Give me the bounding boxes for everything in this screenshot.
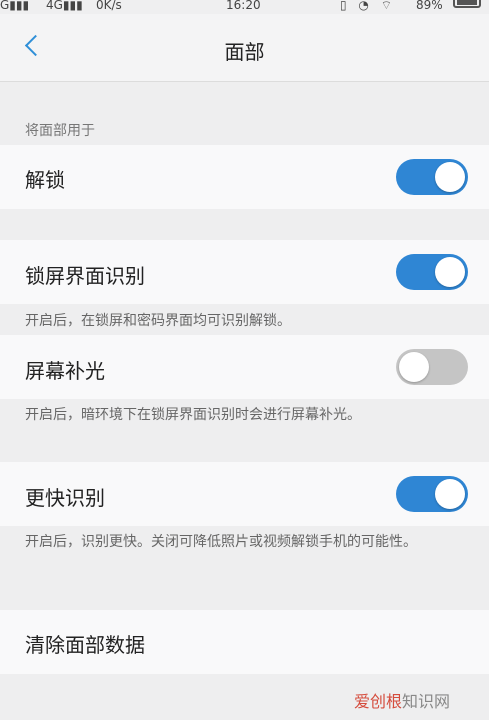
section-label: 将面部用于 — [25, 123, 95, 139]
setting-label: 解锁 — [25, 168, 65, 192]
setting-label: 更快识别 — [25, 486, 105, 510]
unlock-toggle[interactable] — [396, 159, 468, 195]
nav-bar: 面部 — [0, 14, 489, 82]
setting-label: 屏幕补光 — [25, 359, 105, 383]
setting-row-unlock[interactable]: 解锁 — [0, 145, 489, 209]
toggle-knob — [399, 352, 429, 382]
status-bar: G▮▮▮ 4G▮▮▮ 0K/s 16:20 ▯ ◔ ⌔ 89% — [0, 0, 489, 14]
setting-row-faster-recognition[interactable]: 更快识别 — [0, 462, 489, 526]
toggle-knob — [435, 162, 465, 192]
setting-row-screen-fill-light[interactable]: 屏幕补光 — [0, 335, 489, 399]
signal-icon: G▮▮▮ — [0, 0, 30, 12]
setting-description: 开启后，暗环境下在锁屏界面识别时会进行屏幕补光。 — [25, 407, 361, 423]
battery-icon — [453, 0, 481, 8]
setting-description: 开启后，识别更快。关闭可降低照片或视频解锁手机的可能性。 — [25, 534, 417, 550]
faster-recognition-toggle[interactable] — [396, 476, 468, 512]
toggle-knob — [435, 479, 465, 509]
watermark: 爱创根知识网 — [354, 688, 450, 712]
page-title: 面部 — [224, 40, 265, 64]
setting-description: 开启后，在锁屏和密码界面均可识别解锁。 — [25, 313, 291, 329]
screen-fill-light-toggle[interactable] — [396, 349, 468, 385]
network-speed: 0K/s — [96, 0, 122, 12]
clear-face-data-button[interactable]: 清除面部数据 — [0, 610, 489, 674]
status-icons: ▯ ◔ ⌔ — [340, 0, 396, 12]
setting-label: 锁屏界面识别 — [25, 264, 145, 288]
toggle-knob — [435, 257, 465, 287]
setting-label: 清除面部数据 — [25, 633, 145, 657]
setting-row-lockscreen-recognition[interactable]: 锁屏界面识别 — [0, 240, 489, 304]
watermark-text: 知识网 — [402, 692, 451, 711]
signal-4g-icon: 4G▮▮▮ — [46, 0, 83, 12]
clock: 16:20 — [226, 0, 261, 12]
watermark-brand: 爱创根 — [354, 692, 403, 711]
lockscreen-recognition-toggle[interactable] — [396, 254, 468, 290]
battery-percent: 89% — [416, 0, 443, 12]
